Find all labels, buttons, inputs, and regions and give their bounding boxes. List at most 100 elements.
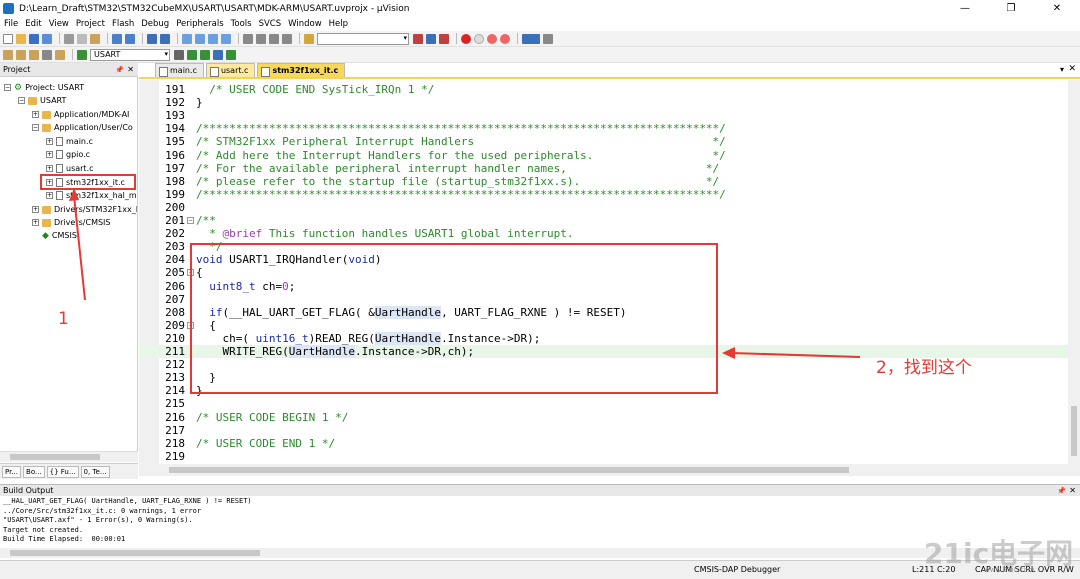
- paste-icon[interactable]: [90, 33, 100, 44]
- code-line[interactable]: 193: [139, 109, 1068, 122]
- run-time-env-icon[interactable]: [226, 49, 236, 60]
- breakpoint-icon[interactable]: [461, 33, 471, 44]
- tree-group-application-mdk[interactable]: + Application/MDK-AI: [32, 108, 129, 121]
- disable-breakpoint-icon[interactable]: [474, 33, 484, 44]
- build-icon[interactable]: [16, 49, 26, 60]
- menu-flash[interactable]: Flash: [112, 19, 134, 29]
- close-pane-icon[interactable]: ✕: [1069, 486, 1076, 495]
- tree-project-root[interactable]: − ⚙ Project: USART: [4, 81, 84, 94]
- expand-toggle[interactable]: +: [46, 151, 53, 158]
- scroll-thumb[interactable]: [10, 550, 260, 556]
- editor-hscrollbar[interactable]: [139, 464, 1080, 476]
- find-combo[interactable]: ▾: [317, 32, 409, 45]
- close-window-button[interactable]: ✕: [1034, 0, 1080, 17]
- select-packs-icon[interactable]: [213, 49, 223, 60]
- pack-installer-icon[interactable]: [200, 49, 210, 60]
- tab-books[interactable]: Bo...: [23, 465, 45, 478]
- code-line[interactable]: 196 /* Add here the Interrupt Handlers fo…: [139, 149, 1068, 162]
- expand-toggle[interactable]: +: [46, 192, 53, 199]
- target-options-icon[interactable]: [174, 49, 184, 60]
- comment-icon[interactable]: [269, 33, 279, 44]
- expand-toggle[interactable]: +: [46, 165, 53, 172]
- code-line[interactable]: 215: [139, 397, 1068, 410]
- project-hscrollbar[interactable]: [0, 451, 138, 462]
- tree-file-main-c[interactable]: + main.c: [46, 135, 93, 148]
- maximize-button[interactable]: ❐: [988, 0, 1034, 17]
- menu-debug[interactable]: Debug: [141, 19, 169, 29]
- menu-svcs[interactable]: SVCS: [259, 19, 282, 29]
- minimize-button[interactable]: —: [942, 0, 988, 17]
- scroll-thumb[interactable]: [10, 454, 100, 460]
- code-line[interactable]: 217: [139, 424, 1068, 437]
- uncomment-icon[interactable]: [282, 33, 292, 44]
- open-folder-icon[interactable]: [16, 33, 26, 44]
- copy-icon[interactable]: [77, 33, 87, 44]
- close-pane-icon[interactable]: ✕: [127, 65, 134, 74]
- editor-tab-stm32f1xx-it-c[interactable]: stm32f1xx_it.c: [257, 63, 346, 77]
- code-line[interactable]: 194 /************************************…: [139, 122, 1068, 135]
- editor-vscrollbar[interactable]: [1068, 80, 1080, 464]
- batch-build-icon[interactable]: [42, 49, 52, 60]
- download-icon[interactable]: [77, 49, 87, 60]
- tree-group-application-user[interactable]: − Application/User/Co: [32, 121, 133, 134]
- new-file-icon[interactable]: [3, 33, 13, 44]
- kill-breakpoints-icon[interactable]: [487, 33, 497, 44]
- collapse-toggle[interactable]: −: [18, 97, 25, 104]
- pin-icon[interactable]: 📌: [115, 66, 124, 74]
- configure-icon[interactable]: [543, 33, 553, 44]
- bookmark-prev-icon[interactable]: [195, 33, 205, 44]
- code-line[interactable]: 192}: [139, 96, 1068, 109]
- window-layout-icon[interactable]: [522, 33, 540, 44]
- tree-component-cmsis[interactable]: ◆ CMSIS: [42, 229, 77, 242]
- expand-toggle[interactable]: +: [32, 206, 39, 213]
- debug-session-icon[interactable]: [439, 33, 449, 44]
- undo-icon[interactable]: [112, 33, 122, 44]
- editor-tab-usart-c[interactable]: usart.c: [205, 63, 256, 77]
- target-select[interactable]: USART ▾: [90, 48, 170, 61]
- tree-target-usart[interactable]: − USART: [18, 94, 66, 107]
- code-line[interactable]: 200: [139, 201, 1068, 214]
- bookmark-next-icon[interactable]: [208, 33, 218, 44]
- scroll-thumb[interactable]: [1071, 406, 1077, 456]
- expand-toggle[interactable]: +: [32, 219, 39, 226]
- tree-group-drivers-cmsis[interactable]: + Drivers/CMSIS: [32, 216, 110, 229]
- pin-icon[interactable]: 📌: [1057, 487, 1066, 495]
- collapse-toggle[interactable]: −: [4, 84, 11, 91]
- tab-templates[interactable]: 0, Te...: [80, 465, 110, 478]
- find-icon[interactable]: [413, 33, 423, 44]
- menu-peripherals[interactable]: Peripherals: [176, 19, 223, 29]
- code-line[interactable]: 219: [139, 450, 1068, 463]
- redo-icon[interactable]: [125, 33, 135, 44]
- stop-build-icon[interactable]: [55, 49, 65, 60]
- code-line[interactable]: 202 * @brief This function handles USART…: [139, 227, 1068, 240]
- unindent-icon[interactable]: [256, 33, 266, 44]
- bookmark-clear-icon[interactable]: [221, 33, 231, 44]
- menu-tools[interactable]: Tools: [231, 19, 252, 29]
- clear-breakpoints-icon[interactable]: [500, 33, 510, 44]
- nav-back-icon[interactable]: [147, 33, 157, 44]
- tree-group-drivers-hal[interactable]: + Drivers/STM32F1xx_I: [32, 203, 137, 216]
- manage-components-icon[interactable]: [187, 49, 197, 60]
- code-line[interactable]: 198 /* please refer to the startup file (…: [139, 175, 1068, 188]
- code-line[interactable]: 197 /* For the available peripheral inter…: [139, 162, 1068, 175]
- code-line[interactable]: 201−/**: [139, 214, 1068, 227]
- nav-forward-icon[interactable]: [160, 33, 170, 44]
- menu-file[interactable]: File: [4, 19, 18, 29]
- translate-icon[interactable]: [3, 49, 13, 60]
- code-line[interactable]: 199 /************************************…: [139, 188, 1068, 201]
- tree-file-gpio-c[interactable]: + gpio.c: [46, 148, 90, 161]
- menu-project[interactable]: Project: [76, 19, 105, 29]
- tab-project[interactable]: Pr...: [2, 465, 22, 478]
- build-output-pane[interactable]: __HAL_UART_GET_FLAG( UartHandle, UART_FL…: [0, 497, 1080, 547]
- menu-help[interactable]: Help: [329, 19, 348, 29]
- tree-file-stm32f1xx-hal-msp[interactable]: + stm32f1xx_hal_m: [46, 189, 137, 202]
- fold-toggle[interactable]: −: [187, 217, 194, 224]
- scroll-thumb[interactable]: [169, 467, 849, 473]
- code-line[interactable]: 216 /* USER CODE BEGIN 1 */: [139, 411, 1068, 424]
- bookmark-icon[interactable]: [182, 33, 192, 44]
- menu-view[interactable]: View: [49, 19, 69, 29]
- expand-toggle[interactable]: +: [46, 138, 53, 145]
- code-line[interactable]: 218 /* USER CODE END 1 */: [139, 437, 1068, 450]
- save-all-icon[interactable]: [42, 33, 52, 44]
- cut-icon[interactable]: [64, 33, 74, 44]
